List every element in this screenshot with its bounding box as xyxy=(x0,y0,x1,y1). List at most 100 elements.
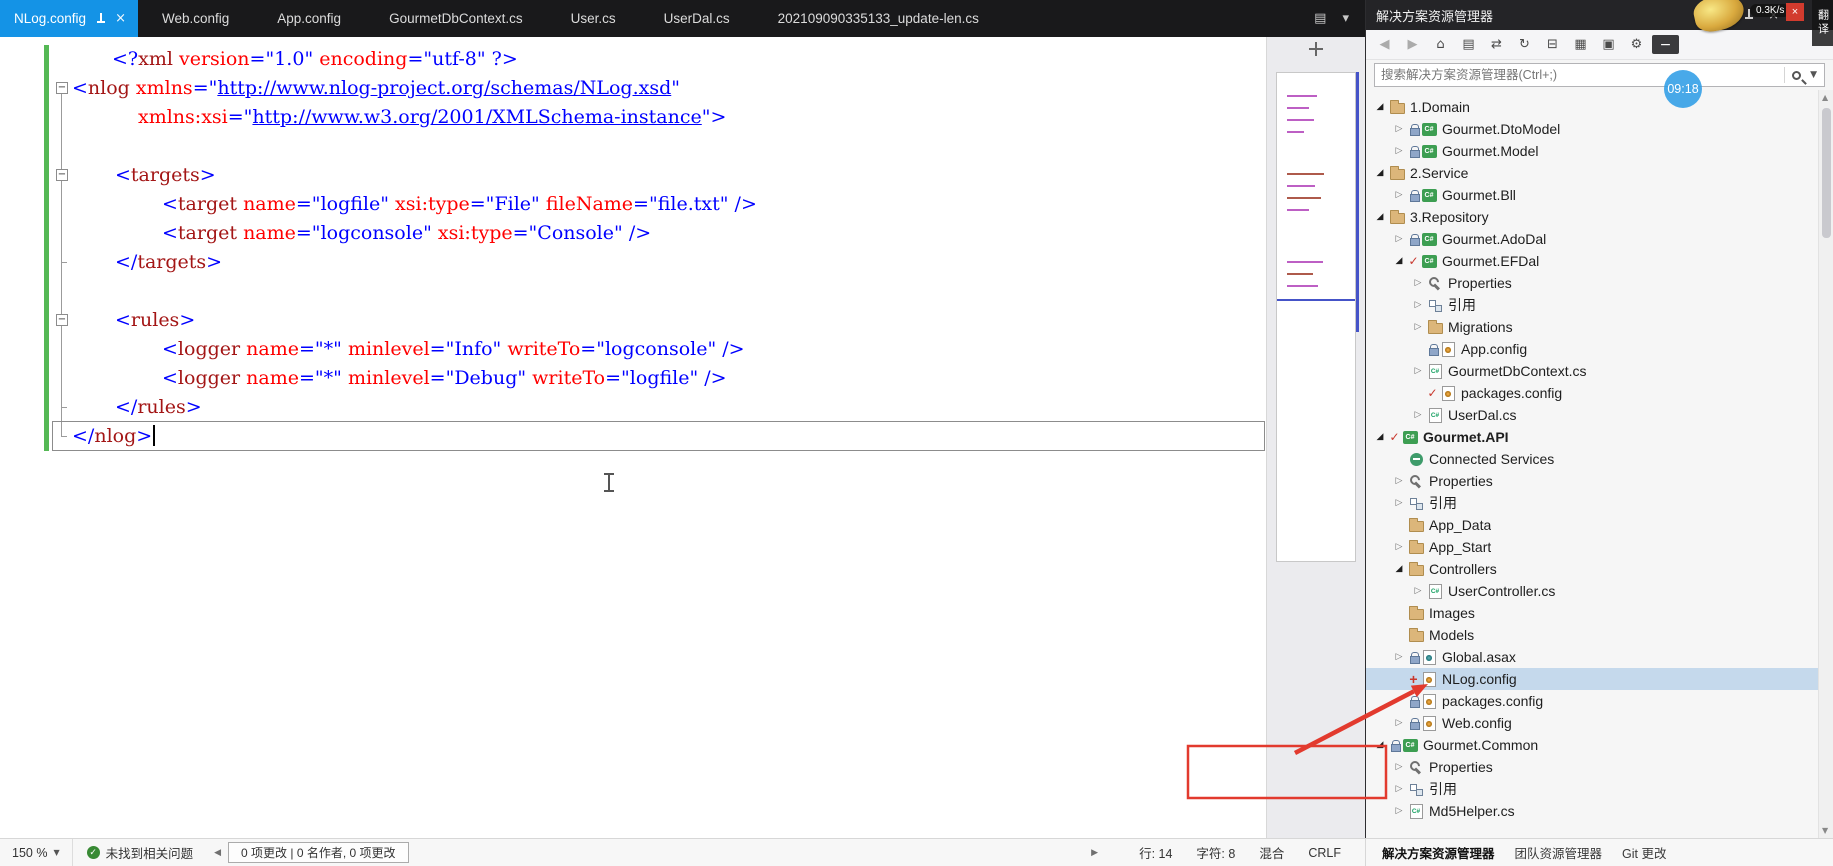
collapse-all-icon[interactable]: ⊟ xyxy=(1540,34,1565,56)
tree-item[interactable]: Connected Services xyxy=(1366,448,1833,470)
editor-tab[interactable]: Web.config xyxy=(138,0,253,37)
forward-icon[interactable]: ▶ xyxy=(1400,34,1425,56)
tree-item[interactable]: ▷ Global.asax xyxy=(1366,646,1833,668)
tool-window-tab[interactable]: 解决方案资源管理器 xyxy=(1372,843,1505,862)
expander-icon[interactable]: ◢ xyxy=(1372,432,1388,442)
fold-toggle-icon[interactable]: − xyxy=(56,314,68,326)
tree-item[interactable]: ▷ GourmetDbContext.cs xyxy=(1366,360,1833,382)
tree-item[interactable]: ▷ Migrations xyxy=(1366,316,1833,338)
expander-icon[interactable]: ▷ xyxy=(1391,652,1407,662)
expander-icon[interactable]: ▷ xyxy=(1391,476,1407,486)
recorder-close-icon[interactable]: × xyxy=(1786,3,1804,21)
tree-item[interactable]: ▷ 引用 xyxy=(1366,778,1833,800)
expander-icon[interactable]: ▷ xyxy=(1410,410,1426,420)
tree-item[interactable]: ◢ 3.Repository xyxy=(1366,206,1833,228)
tool-window-tab[interactable]: Git 更改 xyxy=(1612,843,1676,862)
expander-icon[interactable]: ◢ xyxy=(1372,212,1388,222)
pending-changes-filter-icon[interactable]: ▦ xyxy=(1568,34,1593,56)
tree-item[interactable]: ▷ Gourmet.AdoDal xyxy=(1366,228,1833,250)
tree-item[interactable]: ◢ 1.Domain xyxy=(1366,96,1833,118)
expander-icon[interactable]: ▷ xyxy=(1391,124,1407,134)
expander-icon[interactable]: ◢ xyxy=(1372,740,1388,750)
source-control-changes[interactable]: 0 项更改 | 0 名作者, 0 项更改 xyxy=(228,842,409,863)
wrench-icon[interactable]: ⚙ xyxy=(1624,34,1649,56)
code-line[interactable]: <nlog xmlns="http://www.nlog-project.org… xyxy=(72,74,1266,103)
code-lines[interactable]: <?xml version="1.0" encoding="utf-8" ?> <… xyxy=(72,37,1266,838)
tree-item[interactable]: Images xyxy=(1366,602,1833,624)
expander-icon[interactable]: ◢ xyxy=(1391,256,1407,266)
minimize-overlay-icon[interactable]: − xyxy=(1652,35,1679,54)
split-editor-handle[interactable] xyxy=(1308,41,1324,57)
expander-icon[interactable]: ◢ xyxy=(1372,168,1388,178)
code-line[interactable]: </nlog> xyxy=(72,422,1266,451)
tree-item[interactable]: ◢ Controllers xyxy=(1366,558,1833,580)
refresh-icon[interactable]: ↻ xyxy=(1512,34,1537,56)
expander-icon[interactable]: ▷ xyxy=(1391,718,1407,728)
document-list-icon[interactable]: ▤ xyxy=(1314,11,1326,26)
expander-icon[interactable]: ▷ xyxy=(1391,762,1407,772)
expander-icon[interactable]: ▷ xyxy=(1391,234,1407,244)
tab-options-icon[interactable]: ▾ xyxy=(1342,11,1349,26)
scroll-down-icon[interactable]: ▼ xyxy=(1822,826,1828,835)
code-line[interactable]: <logger name="*" minlevel="Debug" writeT… xyxy=(72,364,1266,393)
tree-item[interactable]: ▷ Properties xyxy=(1366,272,1833,294)
expander-icon[interactable]: ◢ xyxy=(1391,564,1407,574)
tree-item[interactable]: ▷ Gourmet.Model xyxy=(1366,140,1833,162)
editor-tab[interactable]: App.config xyxy=(253,0,365,37)
close-icon[interactable]: × xyxy=(115,11,126,26)
search-input[interactable] xyxy=(1375,68,1783,82)
editor-tab[interactable]: NLog.config × xyxy=(0,0,138,37)
tree-item[interactable]: ▷ Web.config xyxy=(1366,712,1833,734)
tree-item[interactable]: ▷ App_Start xyxy=(1366,536,1833,558)
chevron-down-icon[interactable]: ▼ xyxy=(1810,70,1817,80)
tree-item[interactable]: ▷ UserDal.cs xyxy=(1366,404,1833,426)
expander-icon[interactable]: ▷ xyxy=(1391,190,1407,200)
tree-item[interactable]: ▷ Gourmet.Bll xyxy=(1366,184,1833,206)
code-line[interactable]: <target name="logconsole" xsi:type="Cons… xyxy=(72,219,1266,248)
show-all-files-icon[interactable]: ▤ xyxy=(1456,34,1481,56)
editor-tab[interactable]: User.cs xyxy=(547,0,640,37)
expander-icon[interactable]: ▷ xyxy=(1391,542,1407,552)
code-line[interactable] xyxy=(72,132,1266,161)
code-line[interactable]: </targets> xyxy=(72,248,1266,277)
code-line[interactable]: <rules> xyxy=(72,306,1266,335)
tree-item[interactable]: ▷ 引用 xyxy=(1366,294,1833,316)
code-line[interactable]: <target name="logfile" xsi:type="File" f… xyxy=(72,190,1266,219)
scrollbar-map-column[interactable] xyxy=(1266,37,1365,838)
minimap-box[interactable] xyxy=(1276,72,1356,562)
zoom-control[interactable]: 150 % ▼ xyxy=(8,839,73,866)
code-line[interactable]: <logger name="*" minlevel="Info" writeTo… xyxy=(72,335,1266,364)
tree-item[interactable]: packages.config xyxy=(1366,690,1833,712)
encoding-indicator[interactable]: 混合 xyxy=(1259,843,1284,862)
expander-icon[interactable]: ▷ xyxy=(1391,146,1407,156)
pin-icon[interactable] xyxy=(95,12,106,25)
tree-item[interactable]: Models xyxy=(1366,624,1833,646)
expander-icon[interactable]: ▷ xyxy=(1410,366,1426,376)
fold-toggle-icon[interactable]: − xyxy=(56,169,68,181)
tree-item[interactable]: ▷ Gourmet.DtoModel xyxy=(1366,118,1833,140)
tree-item[interactable]: App_Data xyxy=(1366,514,1833,536)
tree-item[interactable]: ✓ packages.config xyxy=(1366,382,1833,404)
code-line[interactable]: </rules> xyxy=(72,393,1266,422)
expander-icon[interactable]: ▷ xyxy=(1391,498,1407,508)
tree-item[interactable]: ▷ 引用 xyxy=(1366,492,1833,514)
expander-icon[interactable]: ▷ xyxy=(1410,586,1426,596)
code-line[interactable]: <?xml version="1.0" encoding="utf-8" ?> xyxy=(72,45,1266,74)
line-ending-indicator[interactable]: CRLF xyxy=(1308,846,1341,860)
document-health[interactable]: ✓ 未找到相关问题 xyxy=(73,843,208,862)
home-icon[interactable]: ⌂ xyxy=(1428,34,1453,56)
search-icon[interactable] xyxy=(1792,70,1802,80)
expander-icon[interactable]: ▷ xyxy=(1410,300,1426,310)
editor-tab[interactable]: 202109090335133_update-len.cs xyxy=(754,0,1003,37)
editor-tab[interactable]: UserDal.cs xyxy=(640,0,754,37)
fold-toggle-icon[interactable]: − xyxy=(56,82,68,94)
expander-icon[interactable]: ▷ xyxy=(1391,806,1407,816)
scroll-up-icon[interactable]: ▲ xyxy=(1822,93,1828,102)
expander-icon[interactable]: ◢ xyxy=(1372,102,1388,112)
search-box[interactable]: ▼ xyxy=(1374,63,1825,87)
code-line[interactable] xyxy=(72,277,1266,306)
tree-item[interactable]: ◢✓ Gourmet.EFDal xyxy=(1366,250,1833,272)
tree-item[interactable]: ▷ UserController.cs xyxy=(1366,580,1833,602)
tree-item[interactable]: ◢ 2.Service xyxy=(1366,162,1833,184)
tree-item[interactable]: App.config xyxy=(1366,338,1833,360)
